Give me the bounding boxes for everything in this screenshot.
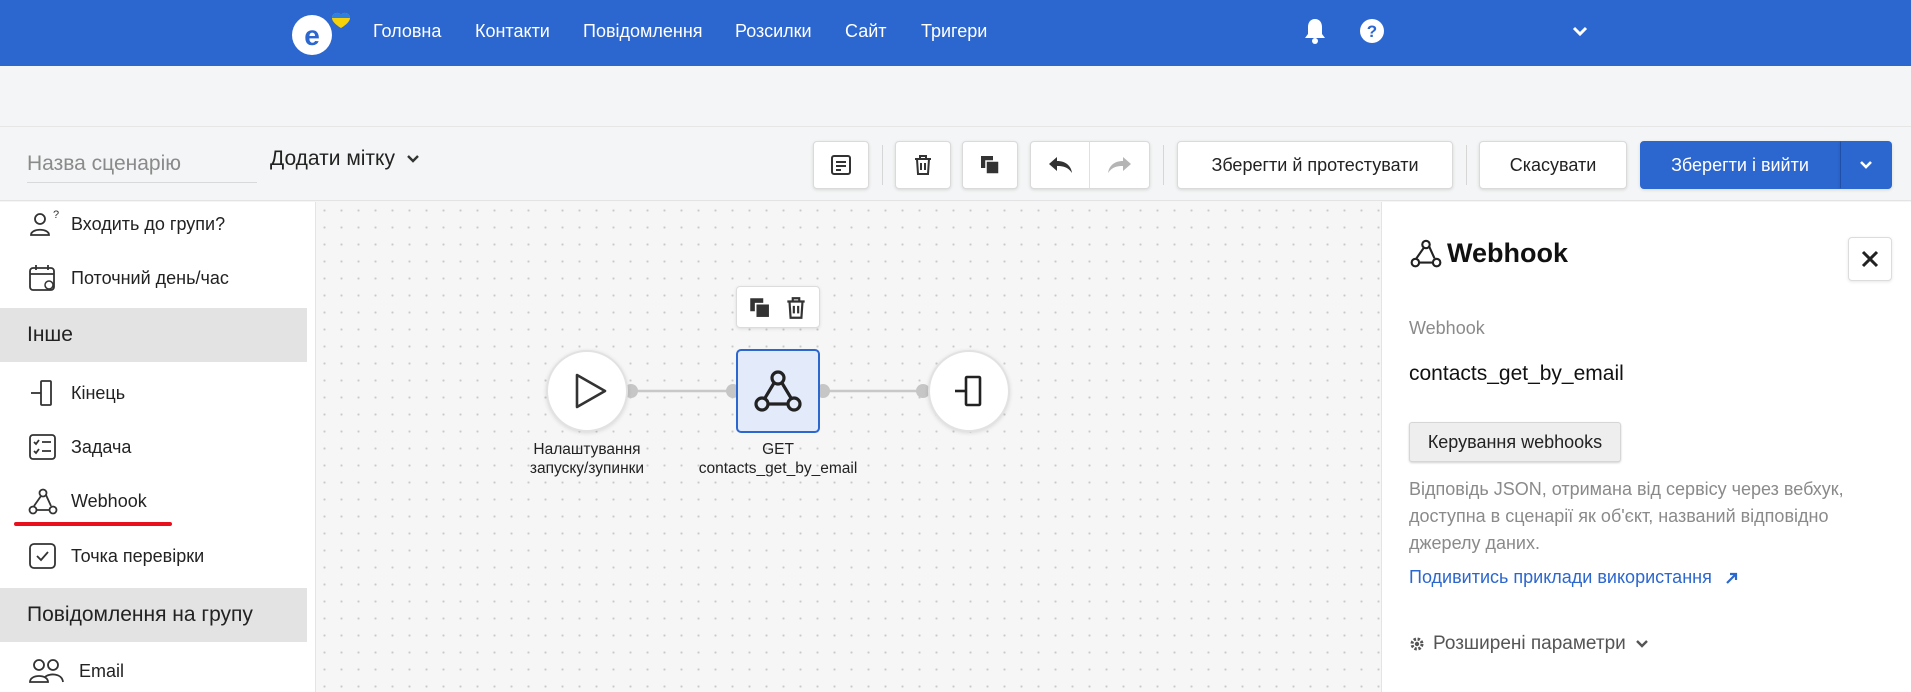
copy-icon[interactable]: [747, 295, 773, 321]
advanced-settings-toggle[interactable]: Розширені параметри: [1409, 633, 1650, 655]
advanced-settings-label: Розширені параметри: [1433, 633, 1626, 654]
webhook-settings-panel: Webhook Webhook contacts_get_by_email Ке…: [1381, 202, 1911, 692]
webhook-node[interactable]: [736, 349, 820, 433]
webhook-description: Відповідь JSON, отримана від сервісу чер…: [1409, 479, 1844, 553]
close-panel-button[interactable]: [1848, 237, 1892, 281]
webhook-field-label: Webhook: [1409, 318, 1485, 338]
webhook-icon: [1410, 239, 1442, 268]
manage-webhooks-button[interactable]: Керування webhooks: [1409, 422, 1621, 462]
node-actions-popover: [736, 286, 820, 328]
end-node[interactable]: [928, 350, 1010, 432]
chevron-down-icon: [1635, 640, 1648, 648]
start-node[interactable]: [546, 350, 628, 432]
play-icon: [575, 373, 607, 409]
end-icon: [955, 375, 982, 407]
gear-icon: [1410, 637, 1424, 651]
webhook-icon: [754, 370, 802, 412]
close-icon: [1861, 250, 1879, 268]
panel-title: Webhook: [1447, 238, 1568, 268]
start-node-label: Налаштування запуску/зупинки: [529, 441, 645, 477]
webhook-node-label: GET contacts_get_by_email: [698, 441, 858, 477]
usage-examples-link[interactable]: Подивитись приклади використання: [1409, 567, 1740, 588]
trash-icon[interactable]: [783, 295, 809, 321]
usage-examples-label: Подивитись приклади використання: [1409, 567, 1712, 587]
external-link-icon: [1726, 572, 1737, 584]
webhook-field-value[interactable]: contacts_get_by_email: [1409, 362, 1624, 386]
